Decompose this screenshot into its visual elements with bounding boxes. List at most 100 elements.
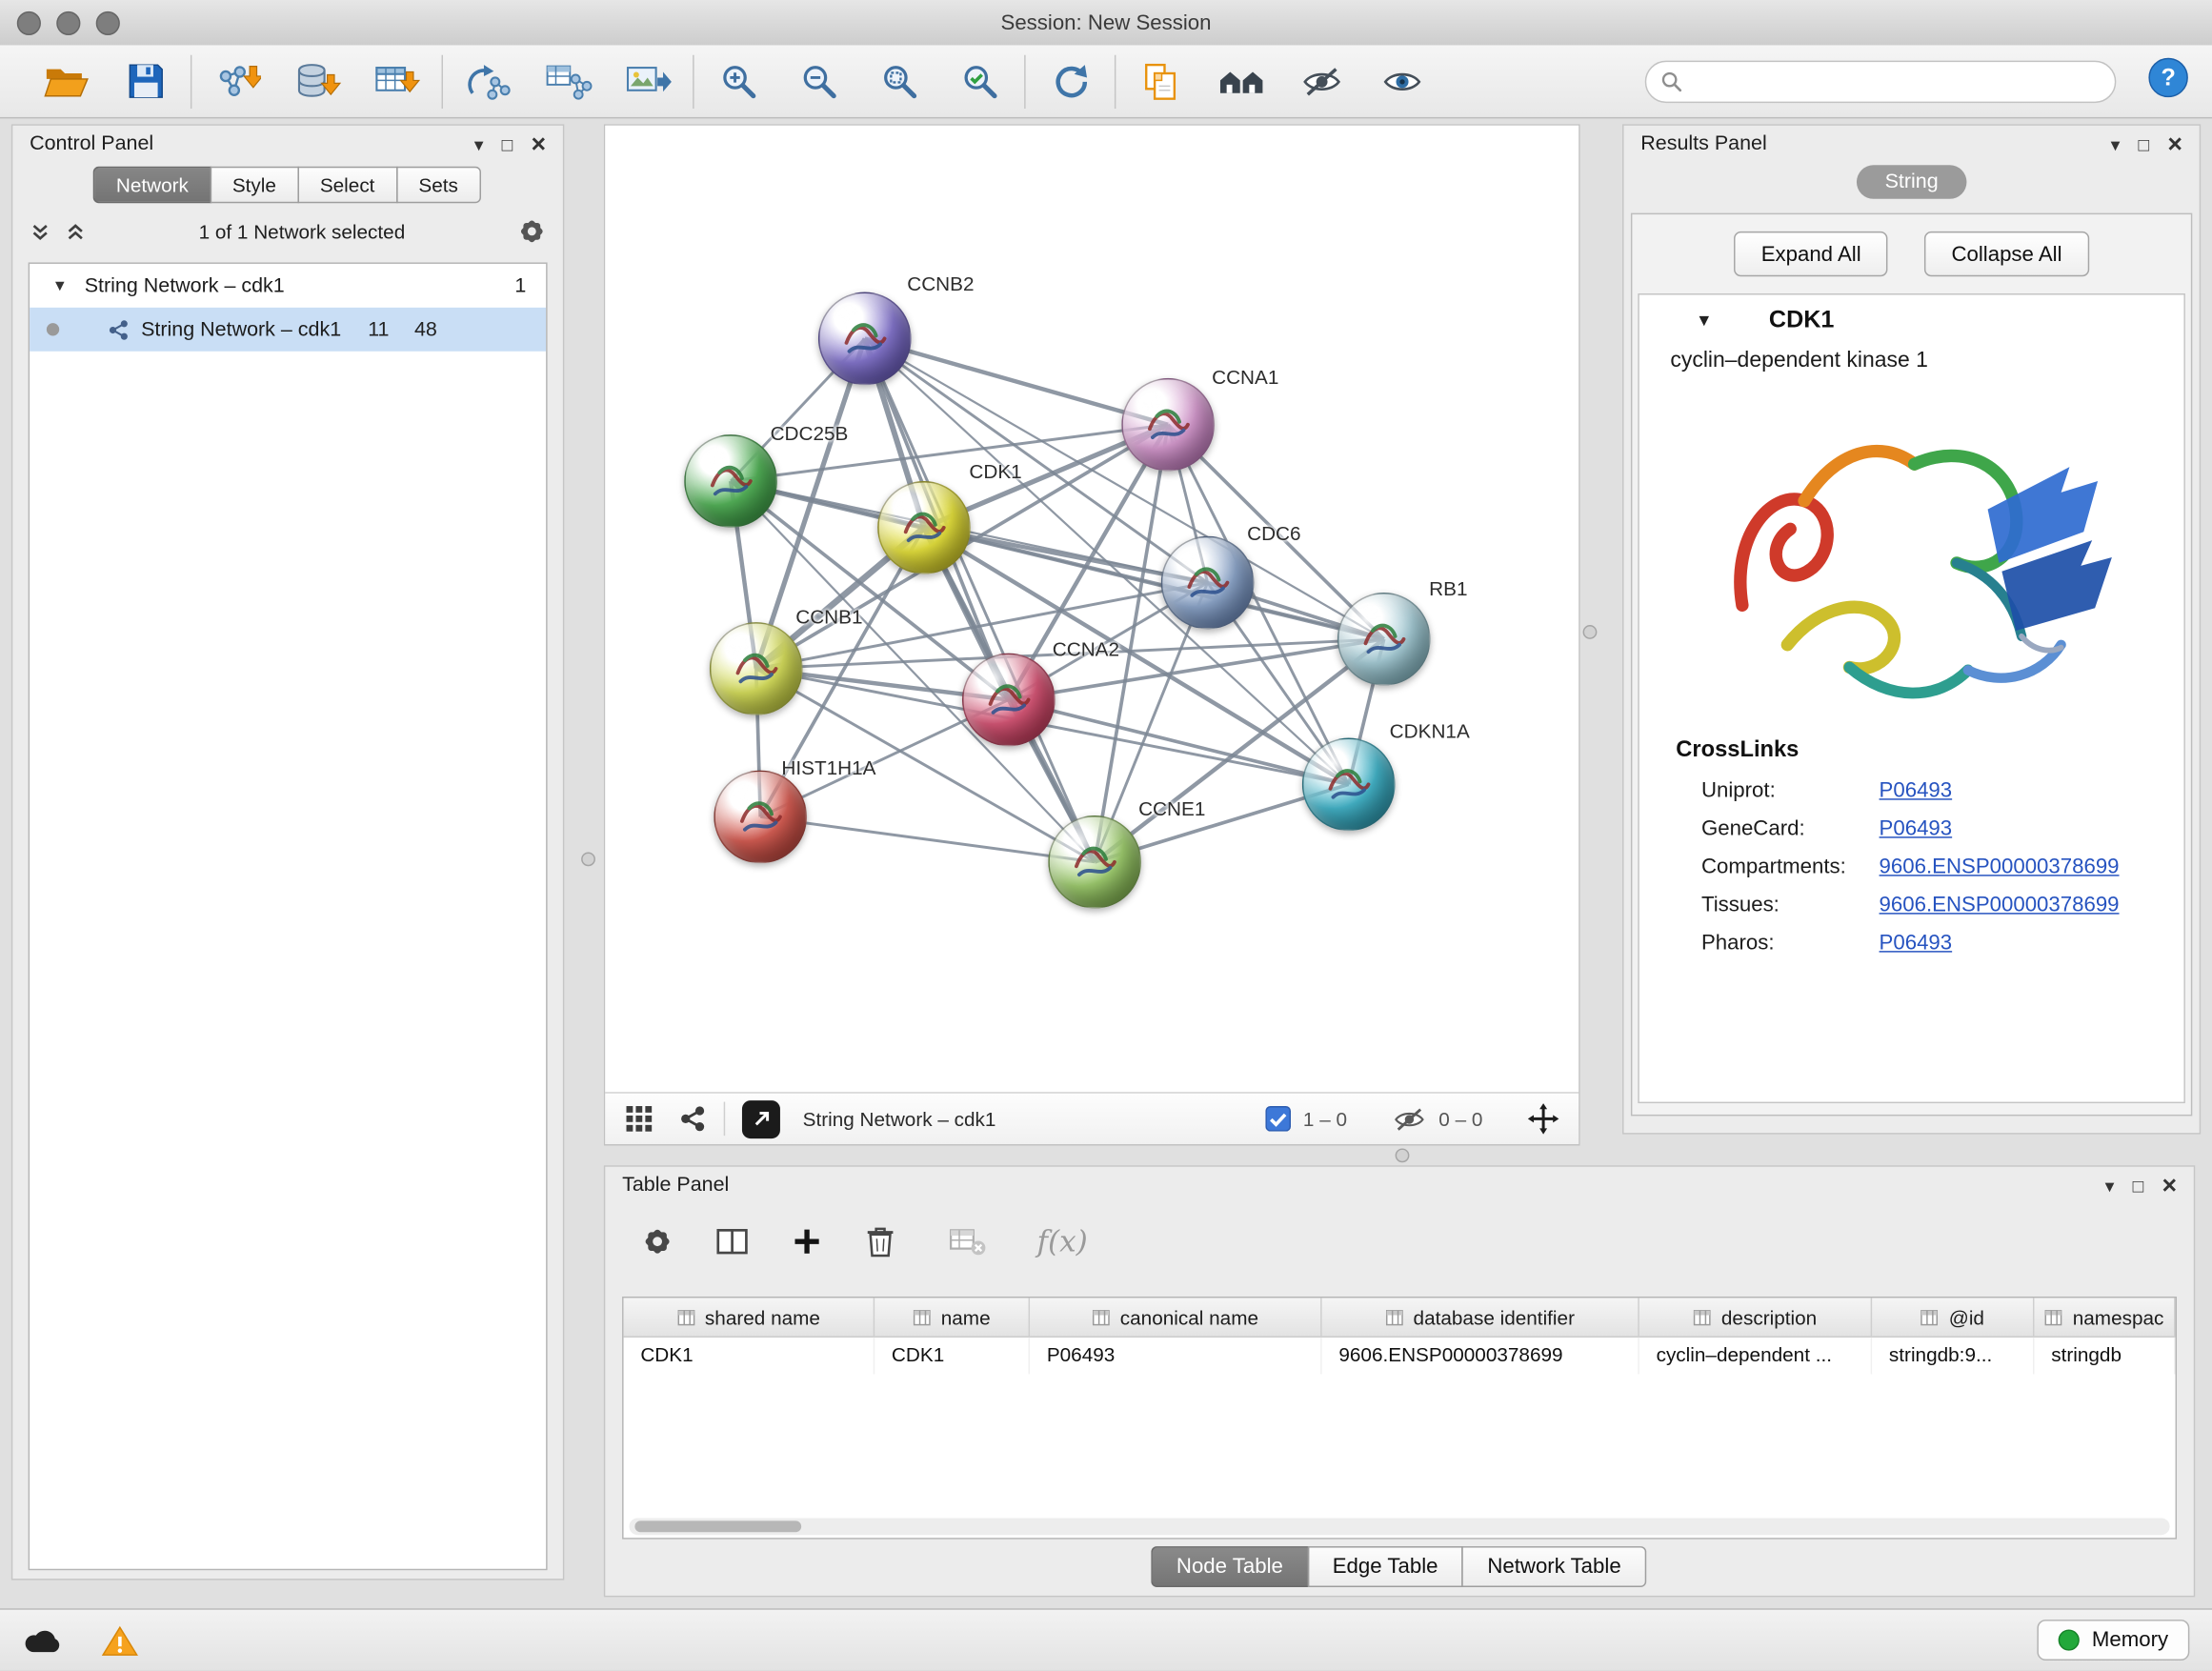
crosslink-link[interactable]: P06493	[1880, 816, 1953, 840]
network-node-hist1h1a[interactable]	[714, 771, 807, 864]
network-node-rb1[interactable]	[1337, 593, 1431, 686]
open-session-button[interactable]	[26, 50, 106, 112]
column-header-canonical-name[interactable]: canonical name	[1030, 1298, 1322, 1336]
minimize-window-button[interactable]	[56, 11, 80, 35]
hidden-eye-slash-icon[interactable]	[1392, 1105, 1426, 1132]
zoom-out-button[interactable]	[778, 50, 858, 112]
network-node-ccnb2[interactable]	[818, 292, 912, 386]
memory-status-dot	[2058, 1629, 2079, 1650]
network-node-cdkn1a[interactable]	[1302, 738, 1396, 832]
expand-all-tree-icon[interactable]	[65, 221, 86, 242]
string-app-icon[interactable]	[678, 1105, 707, 1134]
zoom-in-button[interactable]	[698, 50, 778, 112]
hide-selected-button[interactable]	[1281, 50, 1361, 112]
collapse-all-tree-icon[interactable]	[30, 221, 50, 242]
collapse-all-button[interactable]: Collapse All	[1924, 232, 2088, 276]
tab-select[interactable]: Select	[297, 167, 397, 204]
scrollbar-thumb[interactable]	[634, 1520, 801, 1532]
show-selected-button[interactable]	[1361, 50, 1441, 112]
close-window-button[interactable]	[17, 11, 41, 35]
crosslink-link[interactable]: P06493	[1880, 931, 1953, 955]
network-canvas[interactable]: CCNB2CCNA1CDC25BCDK1CDC6RB1CCNB1CCNA2CDK…	[605, 126, 1579, 1092]
column-header-description[interactable]: description	[1639, 1298, 1872, 1336]
tab-network[interactable]: Network	[93, 167, 211, 204]
gene-section-header[interactable]: ▼ CDK1	[1639, 295, 2184, 346]
results-panel: Results Panel ▾ □ × String Expand All Co…	[1622, 124, 2201, 1134]
houses-icon	[1216, 63, 1266, 100]
horizontal-scrollbar[interactable]	[629, 1518, 2169, 1535]
attribute-table: shared namenamecanonical namedatabase id…	[622, 1297, 2177, 1540]
table-settings-gear-icon[interactable]	[642, 1226, 674, 1258]
float-window-icon[interactable]: □	[2138, 134, 2149, 152]
pan-crosshair-icon[interactable]	[1528, 1103, 1559, 1135]
column-header--id[interactable]: @id	[1872, 1298, 2034, 1336]
expander-icon[interactable]: ▼	[52, 277, 68, 294]
collapse-triangle-icon[interactable]: ▼	[1696, 311, 1713, 331]
network-edges-layer	[605, 126, 1579, 1092]
network-node-ccnb1[interactable]	[710, 622, 803, 715]
tab-network-table[interactable]: Network Table	[1462, 1546, 1647, 1587]
birds-eye-view-button[interactable]	[742, 1099, 780, 1137]
expand-all-button[interactable]: Expand All	[1735, 232, 1888, 276]
copy-document-button[interactable]	[1120, 50, 1200, 112]
float-window-icon[interactable]: □	[2133, 1176, 2144, 1194]
splitter-handle[interactable]	[1396, 1148, 1410, 1162]
search-box[interactable]	[1645, 60, 2117, 102]
splitter-handle[interactable]	[1583, 625, 1598, 639]
network-node-ccne1[interactable]	[1048, 815, 1141, 909]
zoom-selected-button[interactable]	[939, 50, 1019, 112]
add-column-plus-icon[interactable]	[792, 1226, 823, 1258]
network-edge[interactable]	[760, 816, 1095, 861]
crosslink-link[interactable]: 9606.ENSP00000378699	[1880, 893, 2120, 916]
warning-icon[interactable]	[102, 1624, 139, 1656]
new-network-from-table-button[interactable]	[528, 50, 608, 112]
close-icon[interactable]: ×	[2167, 131, 2182, 157]
table-row[interactable]: CDK1CDK1P064939606.ENSP00000378699cyclin…	[624, 1338, 2176, 1375]
close-icon[interactable]: ×	[2162, 1173, 2177, 1198]
tree-row-network-selected[interactable]: String Network – cdk1 11 48	[30, 308, 546, 352]
delete-column-trash-icon[interactable]	[865, 1224, 896, 1258]
column-header-name[interactable]: name	[875, 1298, 1030, 1336]
network-node-ccna2[interactable]	[962, 654, 1056, 747]
zoom-fit-button[interactable]	[859, 50, 939, 112]
panel-menu-icon[interactable]: ▾	[474, 134, 484, 152]
show-all-views-button[interactable]	[1200, 50, 1280, 112]
crosslink-link[interactable]: P06493	[1880, 778, 1953, 802]
tab-node-table[interactable]: Node Table	[1151, 1546, 1308, 1587]
column-header-namespac[interactable]: namespac	[2034, 1298, 2175, 1336]
import-network-from-file-button[interactable]	[196, 50, 276, 112]
close-icon[interactable]: ×	[532, 131, 547, 157]
tab-edge-table[interactable]: Edge Table	[1307, 1546, 1463, 1587]
help-button[interactable]: ?	[2147, 56, 2189, 106]
tab-string[interactable]: String	[1857, 165, 1966, 199]
export-image-button[interactable]	[608, 50, 688, 112]
selected-checkbox-icon[interactable]	[1265, 1106, 1291, 1132]
column-header-database-identifier[interactable]: database identifier	[1322, 1298, 1639, 1336]
float-window-icon[interactable]: □	[502, 134, 513, 152]
column-header-shared-name[interactable]: shared name	[624, 1298, 875, 1336]
network-node-cdk1[interactable]	[877, 481, 971, 574]
zoom-window-button[interactable]	[96, 11, 120, 35]
grid-view-icon[interactable]	[625, 1105, 654, 1134]
network-options-gear-icon[interactable]	[517, 217, 546, 246]
crosslink-link[interactable]: 9606.ENSP00000378699	[1880, 855, 2120, 878]
cloud-icon[interactable]	[23, 1626, 65, 1655]
network-node-cdc6[interactable]	[1161, 536, 1255, 630]
search-input[interactable]	[1692, 69, 2101, 94]
network-node-ccna1[interactable]	[1121, 378, 1215, 472]
memory-button[interactable]: Memory	[2037, 1620, 2189, 1661]
panel-menu-icon[interactable]: ▾	[2111, 134, 2121, 152]
import-network-from-database-button[interactable]	[276, 50, 356, 112]
refresh-view-button[interactable]	[1030, 50, 1110, 112]
import-table-from-file-button[interactable]	[357, 50, 437, 112]
tab-sets[interactable]: Sets	[396, 167, 481, 204]
network-node-cdc25b[interactable]	[684, 434, 777, 528]
new-network-from-selection-button[interactable]	[447, 50, 527, 112]
tree-row-network-collection[interactable]: ▼ String Network – cdk1 1	[30, 264, 546, 308]
tab-style[interactable]: Style	[210, 167, 298, 204]
show-columns-icon[interactable]	[715, 1226, 750, 1258]
panel-menu-icon[interactable]: ▾	[2105, 1176, 2115, 1194]
network-edge[interactable]	[865, 338, 1095, 861]
save-session-button[interactable]	[106, 50, 186, 112]
splitter-handle[interactable]	[581, 852, 595, 866]
